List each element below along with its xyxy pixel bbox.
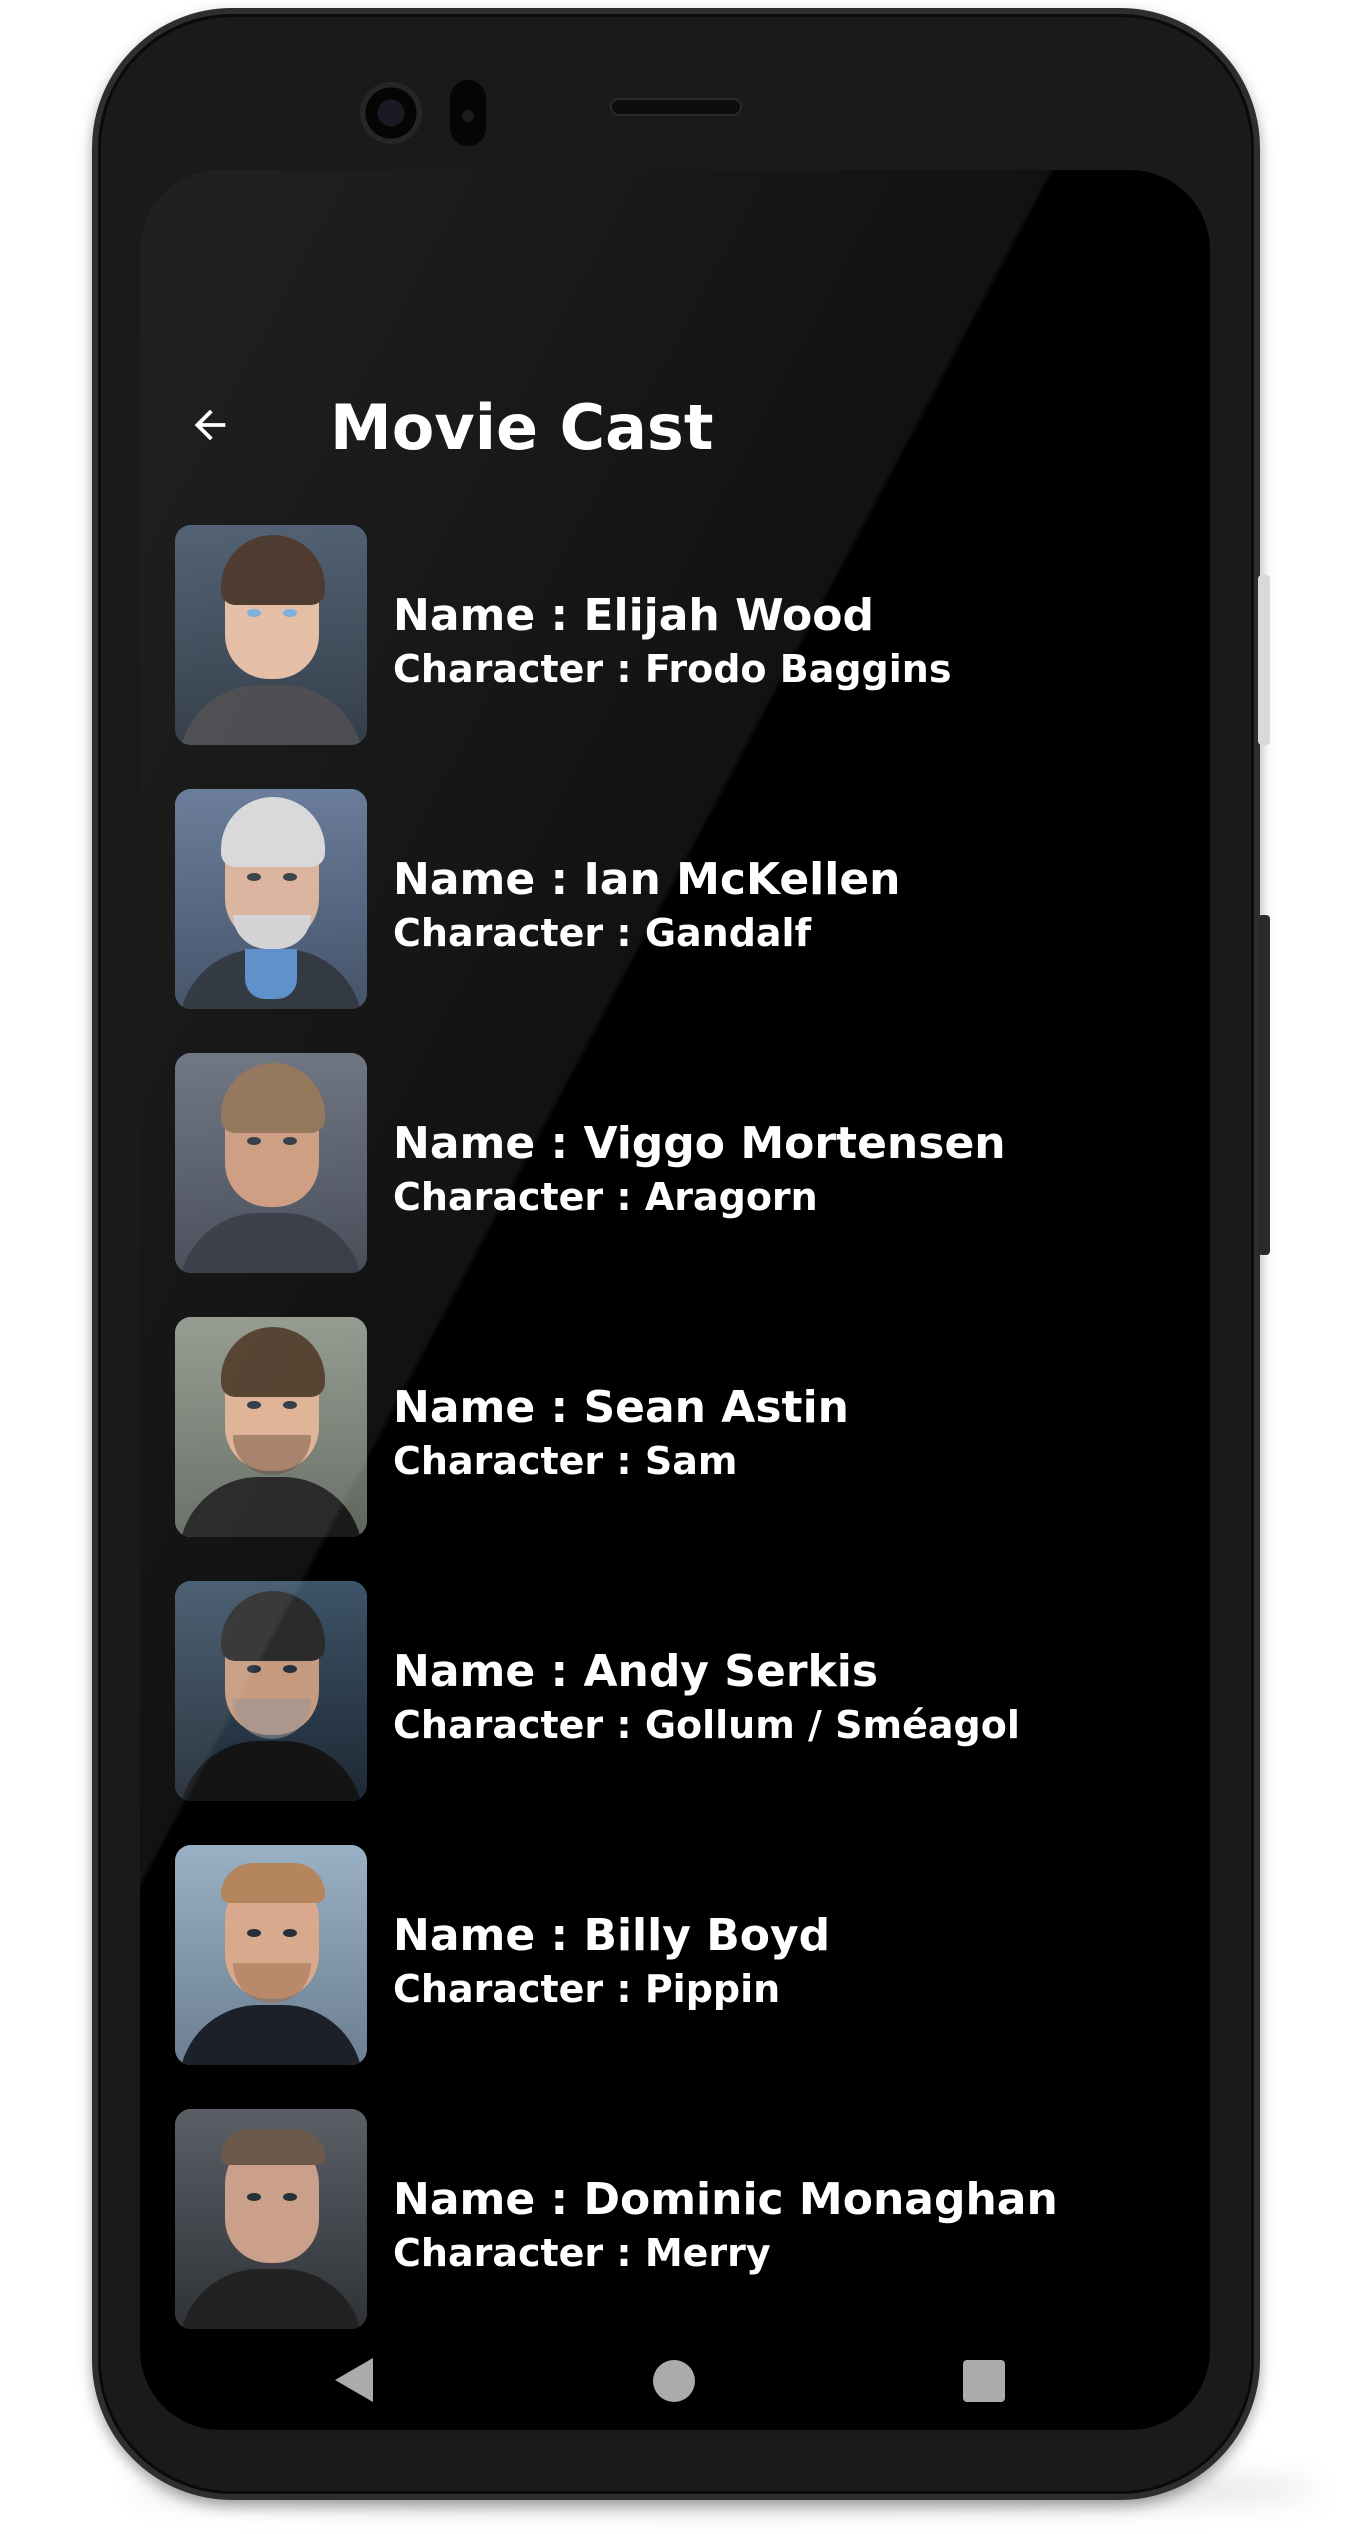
actor-photo xyxy=(175,1317,367,1537)
page-title: Movie Cast xyxy=(330,391,714,464)
app-bar: Movie Cast xyxy=(140,350,1210,500)
actor-name: Name : Andy Serkis xyxy=(393,1646,879,1697)
proximity-sensor-icon xyxy=(450,80,486,146)
volume-rocker xyxy=(1258,915,1270,1255)
cast-list-item[interactable]: Name : Elijah Wood Character : Frodo Bag… xyxy=(175,525,1175,745)
actor-name: Name : Billy Boyd xyxy=(393,1910,831,1961)
character-name: Character : Gandalf xyxy=(393,911,812,955)
phone-screen: Movie Cast Name : Elijah Wood Character … xyxy=(140,170,1210,2430)
back-button[interactable] xyxy=(170,385,250,465)
actor-name: Name : Viggo Mortensen xyxy=(393,1118,1006,1169)
cast-list-item[interactable]: Name : Viggo Mortensen Character : Arago… xyxy=(175,1053,1175,1273)
cast-list-item[interactable]: Name : Ian McKellen Character : Gandalf xyxy=(175,789,1175,1009)
actor-name: Name : Ian McKellen xyxy=(393,854,901,905)
cast-list-item[interactable]: Name : Andy Serkis Character : Gollum / … xyxy=(175,1581,1175,1801)
actor-name: Name : Sean Astin xyxy=(393,1382,849,1433)
cast-list: Name : Elijah Wood Character : Frodo Bag… xyxy=(175,525,1175,2373)
actor-photo xyxy=(175,2109,367,2329)
cast-list-item[interactable]: Name : Sean Astin Character : Sam xyxy=(175,1317,1175,1537)
actor-photo xyxy=(175,1053,367,1273)
power-button xyxy=(1258,575,1270,745)
actor-photo xyxy=(175,789,367,1009)
character-name: Character : Aragorn xyxy=(393,1175,818,1219)
front-camera-icon xyxy=(360,82,422,144)
cast-list-item[interactable]: Name : Dominic Monaghan Character : Merr… xyxy=(175,2109,1175,2329)
square-recents-icon[interactable] xyxy=(963,2360,1005,2402)
character-name: Character : Merry xyxy=(393,2231,771,2275)
actor-name: Name : Dominic Monaghan xyxy=(393,2174,1058,2225)
actor-name: Name : Elijah Wood xyxy=(393,590,874,641)
earpiece-speaker xyxy=(610,98,742,116)
circle-home-icon[interactable] xyxy=(653,2360,695,2402)
character-name: Character : Frodo Baggins xyxy=(393,647,952,691)
character-name: Character : Gollum / Sméagol xyxy=(393,1703,1020,1747)
arrow-left-icon xyxy=(194,409,226,441)
triangle-back-icon[interactable] xyxy=(335,2358,373,2402)
actor-photo xyxy=(175,1845,367,2065)
system-nav-bar xyxy=(140,2334,1210,2430)
cast-list-item[interactable]: Name : Billy Boyd Character : Pippin xyxy=(175,1845,1175,2065)
actor-photo xyxy=(175,1581,367,1801)
actor-photo xyxy=(175,525,367,745)
character-name: Character : Sam xyxy=(393,1439,738,1483)
character-name: Character : Pippin xyxy=(393,1967,781,2011)
